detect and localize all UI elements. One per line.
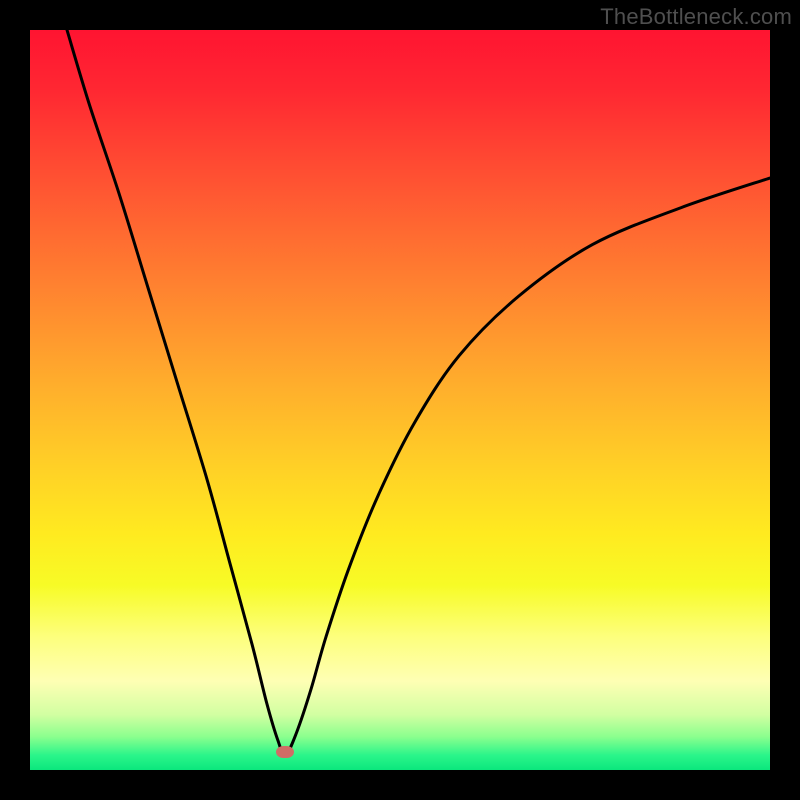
chart-stage: TheBottleneck.com [0,0,800,800]
bottleneck-curve [30,30,770,770]
source-label: TheBottleneck.com [600,4,792,30]
plot-area [30,30,770,770]
